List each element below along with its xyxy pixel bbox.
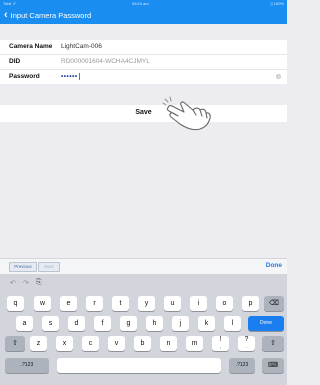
- shift-key-right[interactable]: ⇧: [262, 336, 284, 351]
- next-button[interactable]: Next: [38, 262, 60, 272]
- numbers-key-left[interactable]: .?123: [5, 358, 49, 373]
- key-m[interactable]: m: [186, 336, 203, 351]
- hide-keyboard-key[interactable]: ⌨: [262, 358, 284, 373]
- undo-icon[interactable]: ↶: [10, 279, 16, 287]
- return-done-key[interactable]: Done: [248, 316, 284, 331]
- key-x[interactable]: x: [56, 336, 73, 351]
- key-u[interactable]: u: [164, 296, 181, 311]
- key-t[interactable]: t: [112, 296, 129, 311]
- key-l[interactable]: l: [224, 316, 241, 331]
- key-a[interactable]: a: [16, 316, 33, 331]
- keyboard: ↶ ↷ ⎘ q w e r t y u i o p ⌫ a s d f g h …: [0, 274, 287, 385]
- shift-icon: ⇧: [270, 340, 276, 347]
- key-n[interactable]: n: [160, 336, 177, 351]
- save-bar: Save: [0, 105, 287, 122]
- camera-name-value: LightCam-006: [61, 43, 102, 50]
- chevron-left-icon: ‹: [4, 9, 8, 21]
- accessory-done-button[interactable]: Done: [266, 262, 282, 269]
- camera-form: Camera Name LightCam-006 DID RD000001604…: [0, 40, 287, 84]
- key-d[interactable]: d: [68, 316, 85, 331]
- key-g[interactable]: g: [120, 316, 137, 331]
- key-j[interactable]: j: [172, 316, 189, 331]
- clear-icon[interactable]: ✕: [276, 74, 281, 79]
- password-label: Password: [9, 73, 40, 80]
- navigation-bar: ‹ Input Camera Password: [0, 7, 287, 24]
- key-c[interactable]: c: [82, 336, 99, 351]
- password-row[interactable]: Password •••••• ✕: [0, 70, 287, 84]
- key-z[interactable]: z: [30, 336, 47, 351]
- password-value: ••••••: [61, 73, 78, 81]
- backspace-icon: ⌫: [269, 300, 279, 307]
- status-time: 09:24 am: [132, 1, 149, 6]
- text-cursor: [78, 73, 80, 80]
- key-v[interactable]: v: [108, 336, 125, 351]
- key-o[interactable]: o: [216, 296, 233, 311]
- status-bar: Tobii ↗ 09:24 am ▯ 100%: [0, 0, 287, 7]
- page-title: Input Camera Password: [10, 11, 92, 20]
- previous-button[interactable]: Previous: [9, 262, 37, 272]
- did-value: RD000001604-WCHA4CJMYL: [61, 58, 150, 65]
- key-exclamation[interactable]: !,: [212, 336, 229, 351]
- keyboard-accessory-bar: Previous Next Done: [0, 258, 287, 274]
- key-h[interactable]: h: [146, 316, 163, 331]
- key-b[interactable]: b: [134, 336, 151, 351]
- key-question[interactable]: ?.: [238, 336, 255, 351]
- key-y[interactable]: y: [138, 296, 155, 311]
- key-q[interactable]: q: [7, 296, 24, 311]
- back-button[interactable]: ‹ Input Camera Password: [4, 9, 91, 22]
- backspace-key[interactable]: ⌫: [264, 296, 284, 311]
- shift-icon: ⇧: [12, 340, 18, 347]
- camera-name-row: Camera Name LightCam-006: [0, 40, 287, 55]
- did-row: DID RD000001604-WCHA4CJMYL: [0, 55, 287, 70]
- key-i[interactable]: i: [190, 296, 207, 311]
- key-w[interactable]: w: [34, 296, 51, 311]
- numbers-key-right[interactable]: .?123: [229, 358, 255, 373]
- space-bar[interactable]: [57, 358, 221, 373]
- shift-key-left[interactable]: ⇧: [5, 336, 25, 351]
- key-e[interactable]: e: [60, 296, 77, 311]
- status-battery: ▯ 100%: [270, 1, 284, 6]
- key-s[interactable]: s: [42, 316, 59, 331]
- key-k[interactable]: k: [198, 316, 215, 331]
- tap-hand-icon: [162, 96, 211, 131]
- key-r[interactable]: r: [86, 296, 103, 311]
- paste-icon[interactable]: ⎘: [36, 279, 42, 287]
- redo-icon[interactable]: ↷: [23, 279, 29, 287]
- key-p[interactable]: p: [242, 296, 259, 311]
- status-carrier: Tobii ↗: [3, 1, 16, 6]
- camera-name-label: Camera Name: [9, 43, 53, 50]
- save-button[interactable]: Save: [0, 109, 287, 116]
- key-f[interactable]: f: [94, 316, 111, 331]
- did-label: DID: [9, 58, 21, 65]
- password-field[interactable]: ••••••: [61, 73, 80, 81]
- keyboard-hide-icon: ⌨: [267, 362, 279, 369]
